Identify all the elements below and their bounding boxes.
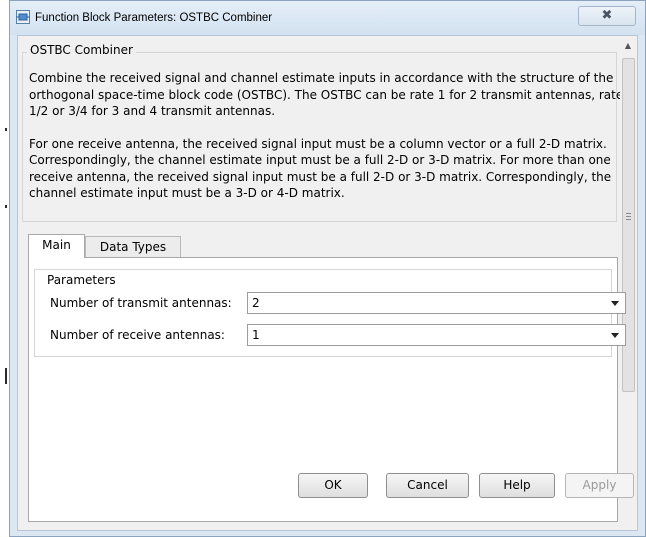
grip-line [626, 216, 631, 217]
cancel-button[interactable]: Cancel [386, 473, 469, 498]
parameters-heading: Parameters [44, 273, 119, 287]
transmit-antennas-value: 2 [252, 296, 260, 310]
description-heading: OSTBC Combiner [27, 43, 136, 57]
scroll-up-icon[interactable]: ▲ [620, 38, 636, 54]
tab-label: Data Types [99, 240, 167, 254]
transmit-antennas-dropdown[interactable]: 2 [247, 292, 626, 314]
help-button[interactable]: Help [479, 473, 555, 498]
dialog-body: OSTBC Combiner Combine the received sign… [17, 35, 638, 531]
receive-antennas-value: 1 [252, 328, 260, 342]
window-title: Function Block Parameters: OSTBC Combine… [35, 12, 273, 24]
apply-button[interactable]: Apply [565, 473, 634, 498]
description-text: Combine the received signal and channel … [29, 70, 629, 202]
parameters-group: Parameters Number of transmit antennas: … [34, 269, 626, 357]
chevron-down-icon [611, 333, 619, 338]
simulink-block-icon [16, 10, 30, 24]
edge-mark [5, 368, 7, 384]
edge-mark [5, 205, 7, 208]
dialog-window: Function Block Parameters: OSTBC Combine… [9, 0, 646, 537]
receive-antennas-label: Number of receive antennas: [50, 328, 225, 342]
grip-line [626, 219, 631, 220]
description-paragraph: For one receive antenna, the received si… [29, 136, 612, 201]
tab-label: Main [42, 238, 71, 252]
title-bar[interactable]: Function Block Parameters: OSTBC Combine… [10, 1, 645, 35]
chevron-down-icon [611, 301, 619, 306]
grip-line [626, 213, 631, 214]
background-window-edge [0, 0, 8, 537]
close-button[interactable]: ✖ [578, 6, 636, 26]
close-icon: ✖ [601, 8, 613, 23]
vertical-scrollbar[interactable]: ▲ ▼ [620, 38, 636, 500]
edge-mark [5, 128, 7, 131]
tab-main[interactable]: Main [28, 234, 85, 258]
receive-antennas-dropdown[interactable]: 1 [247, 324, 626, 346]
ok-button[interactable]: OK [298, 473, 368, 498]
tab-data-types[interactable]: Data Types [85, 236, 181, 258]
transmit-antennas-label: Number of transmit antennas: [50, 296, 232, 310]
description-paragraph: Combine the received signal and channel … [29, 71, 624, 118]
